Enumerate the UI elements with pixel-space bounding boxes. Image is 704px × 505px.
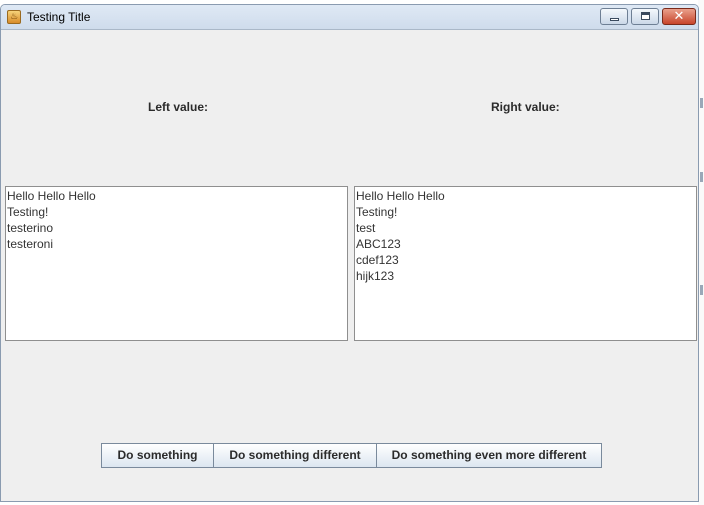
- window-title: Testing Title: [27, 10, 91, 24]
- text-line: hijk123: [356, 269, 395, 283]
- text-line: Testing!: [356, 205, 398, 219]
- background-mark: [700, 172, 703, 182]
- text-line: test: [356, 221, 376, 235]
- app-window: ♨ Testing Title ✕ Left value: Right valu…: [0, 4, 699, 502]
- text-line: Hello Hello Hello: [7, 189, 96, 203]
- do-something-button[interactable]: Do something: [101, 443, 214, 468]
- title-bar[interactable]: ♨ Testing Title ✕: [1, 5, 698, 30]
- left-value-label: Left value:: [148, 100, 209, 114]
- right-text-area[interactable]: Hello Hello Hello Testing! test ABC123 c…: [354, 186, 697, 341]
- text-line: testerino: [7, 221, 54, 235]
- maximize-button[interactable]: [631, 8, 659, 25]
- background-mark: [700, 98, 703, 108]
- maximize-icon: [641, 12, 650, 20]
- text-line: testeroni: [7, 237, 54, 251]
- do-something-even-more-different-button[interactable]: Do something even more different: [376, 443, 602, 468]
- close-button[interactable]: ✕: [662, 8, 696, 25]
- text-line: Testing!: [7, 205, 49, 219]
- left-text-area[interactable]: Hello Hello Hello Testing! testerino tes…: [5, 186, 348, 341]
- java-coffee-cup-icon[interactable]: ♨: [7, 10, 21, 24]
- close-icon: ✕: [673, 9, 685, 24]
- text-line: cdef123: [356, 253, 399, 267]
- background-mark: [700, 285, 703, 295]
- right-value-label: Right value:: [491, 100, 560, 114]
- do-something-different-button[interactable]: Do something different: [213, 443, 377, 468]
- text-line: Hello Hello Hello: [356, 189, 445, 203]
- minimize-icon: [610, 18, 619, 21]
- minimize-button[interactable]: [600, 8, 628, 25]
- text-line: ABC123: [356, 237, 401, 251]
